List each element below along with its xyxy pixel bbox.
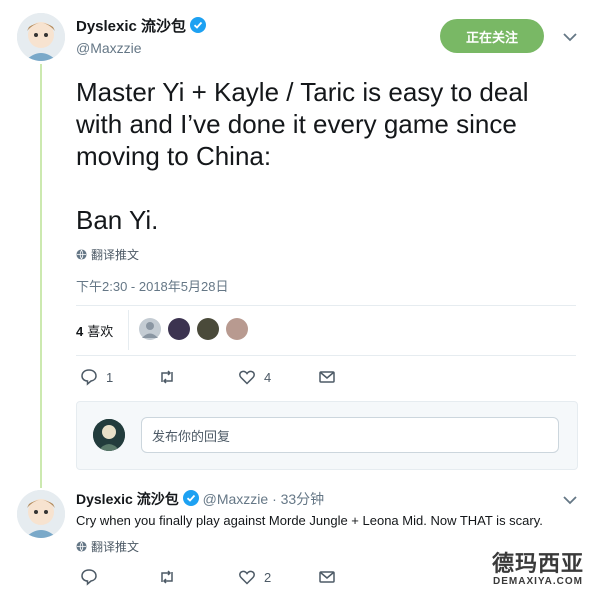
envelope-icon — [319, 571, 335, 583]
author-avatar[interactable] — [17, 13, 65, 61]
tweet-timestamp[interactable]: 下午2:30 - 2018年5月28日 — [76, 276, 228, 295]
reply-icon — [81, 369, 97, 386]
direct-message-action[interactable] — [318, 368, 336, 386]
translate-label[interactable]: 翻译推文 — [91, 246, 139, 263]
globe-icon — [76, 541, 87, 552]
thread-connector-line — [40, 64, 42, 488]
globe-icon — [76, 249, 87, 260]
likes-number: 4 — [76, 324, 84, 339]
chevron-down-icon[interactable] — [563, 32, 577, 42]
retweet-icon — [161, 370, 173, 384]
reply-input[interactable]: 发布你的回复 — [141, 417, 559, 453]
divider — [128, 310, 129, 350]
reply-header: Dyslexic 流沙包 @Maxzzie · 33分钟 — [76, 489, 324, 509]
liker-avatar[interactable] — [226, 318, 248, 340]
tweet-text-line: Ban Yi. — [76, 205, 159, 235]
divider — [76, 305, 576, 306]
heart-icon — [239, 570, 255, 585]
watermark-subtitle: DEMAXIYA.COM — [493, 576, 583, 587]
retweet-action[interactable] — [158, 568, 184, 586]
like-action[interactable]: 2 — [238, 568, 271, 586]
translate-label[interactable]: 翻译推文 — [91, 538, 139, 555]
author-name[interactable]: Dyslexic 流沙包 — [76, 18, 186, 35]
likes-label: 喜欢 — [87, 324, 114, 339]
liker-avatar[interactable] — [139, 318, 161, 340]
translate-tweet-link[interactable]: 翻译推文 — [76, 538, 139, 555]
like-action[interactable]: 4 — [238, 368, 271, 386]
verified-badge-icon — [190, 17, 207, 33]
watermark-title: 德玛西亚 — [491, 551, 584, 576]
author-name-row[interactable]: Dyslexic 流沙包 — [76, 15, 207, 36]
reply-time[interactable]: · 33分钟 — [272, 491, 324, 507]
divider — [76, 355, 576, 356]
reply-author-name[interactable]: Dyslexic 流沙包 — [76, 491, 179, 507]
retweet-icon — [161, 570, 173, 584]
tweet-text-line: with and I’ve done it every game since — [76, 109, 517, 139]
reply-text: Cry when you finally play against Morde … — [76, 513, 543, 528]
likes-summary[interactable]: 4 喜欢 — [76, 321, 113, 340]
liker-avatar[interactable] — [168, 318, 190, 340]
direct-message-action[interactable] — [318, 568, 336, 586]
reply-action[interactable]: 1 — [80, 368, 113, 386]
envelope-icon — [319, 371, 335, 383]
heart-icon — [239, 370, 255, 385]
verified-badge-icon — [182, 490, 199, 506]
site-watermark: 德玛西亚 DEMAXIYA.COM — [488, 551, 588, 588]
author-handle[interactable]: @Maxzzie — [76, 40, 142, 56]
reply-author-avatar[interactable] — [17, 490, 65, 538]
reply-count: 1 — [106, 369, 114, 385]
tweet-text-line: Master Yi + Kayle / Taric is easy to dea… — [76, 77, 529, 107]
translate-tweet-link[interactable]: 翻译推文 — [76, 246, 139, 263]
reply-author-handle[interactable]: @Maxzzie — [203, 491, 269, 507]
like-count: 2 — [264, 569, 272, 585]
reply-composer: 发布你的回复 — [76, 401, 578, 470]
reply-action[interactable] — [80, 568, 106, 586]
current-user-avatar[interactable] — [93, 419, 125, 451]
following-button[interactable]: 正在关注 — [440, 19, 544, 53]
tweet-text: Master Yi + Kayle / Taric is easy to dea… — [76, 76, 566, 236]
liker-avatar[interactable] — [197, 318, 219, 340]
like-count: 4 — [264, 369, 272, 385]
reply-icon — [81, 569, 97, 586]
chevron-down-icon[interactable] — [563, 495, 577, 505]
tweet-text-line: moving to China: — [76, 141, 272, 171]
retweet-action[interactable] — [158, 368, 184, 386]
